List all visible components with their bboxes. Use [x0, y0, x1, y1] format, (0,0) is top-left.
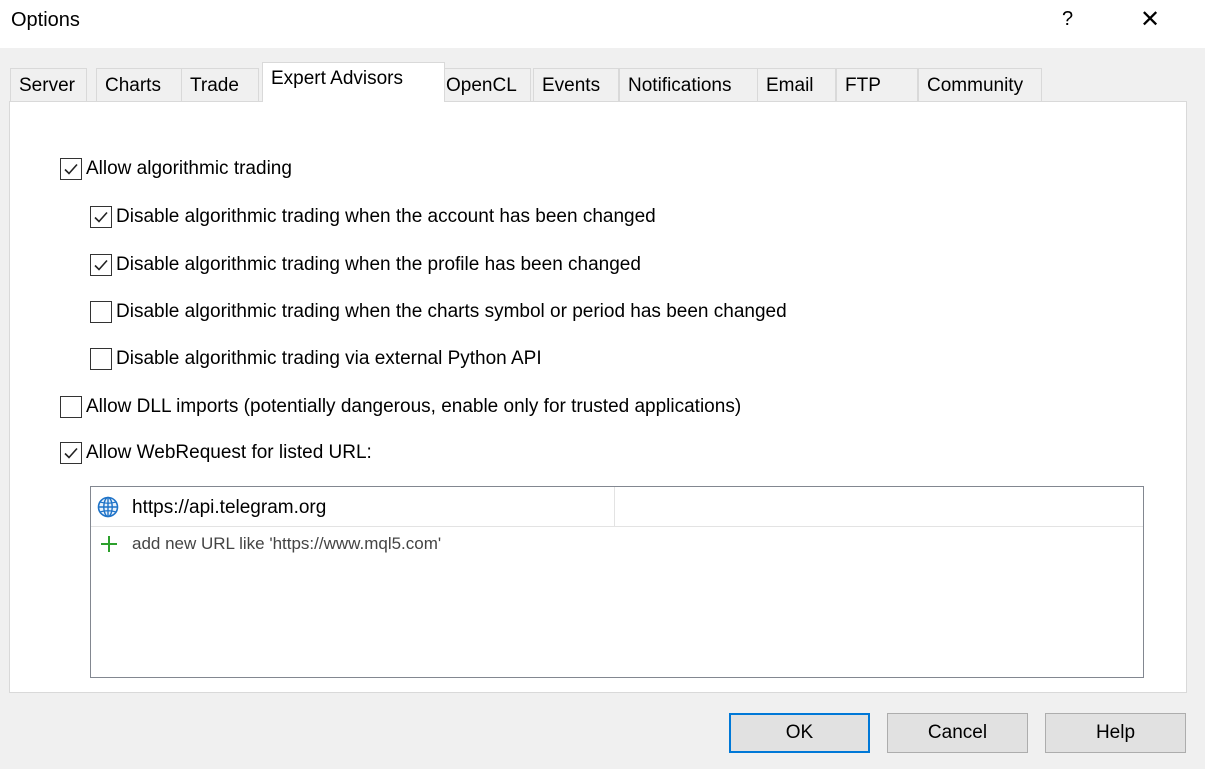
cancel-button[interactable]: Cancel [887, 713, 1028, 753]
disable-on-profile-change-option[interactable]: Disable algorithmic trading when the pro… [90, 254, 641, 276]
plus-icon [100, 535, 118, 559]
tab-ftp[interactable]: FTP [836, 68, 918, 101]
add-url-placeholder: add new URL like 'https://www.mql5.com' [132, 534, 442, 553]
close-icon[interactable]: ✕ [1140, 5, 1160, 34]
add-url-row[interactable]: add new URL like 'https://www.mql5.com' [91, 527, 1143, 559]
tab-email[interactable]: Email [757, 68, 836, 101]
disable-via-python-checkbox[interactable] [90, 348, 112, 370]
tab-charts[interactable]: Charts [96, 68, 182, 101]
help-button[interactable]: Help [1045, 713, 1186, 753]
allow-dll-imports-label: Allow DLL imports (potentially dangerous… [86, 396, 742, 417]
help-question-icon[interactable]: ? [1062, 8, 1073, 31]
checkmark-icon [94, 259, 108, 271]
disable-on-symbol-change-option[interactable]: Disable algorithmic trading when the cha… [90, 301, 787, 323]
url-list-item[interactable]: https://api.telegram.org [91, 487, 1143, 527]
disable-on-account-change-checkbox[interactable] [90, 206, 112, 228]
ok-button[interactable]: OK [729, 713, 870, 753]
allow-algo-trading-option[interactable]: Allow algorithmic trading [60, 158, 292, 180]
allow-algo-trading-label: Allow algorithmic trading [86, 158, 292, 179]
allow-dll-imports-option[interactable]: Allow DLL imports (potentially dangerous… [60, 396, 741, 418]
disable-on-symbol-change-checkbox[interactable] [90, 301, 112, 323]
tab-opencl[interactable]: OpenCL [437, 68, 531, 101]
disable-via-python-option[interactable]: Disable algorithmic trading via external… [90, 348, 542, 370]
checkmark-icon [64, 447, 78, 459]
allow-algo-trading-checkbox[interactable] [60, 158, 82, 180]
allow-webrequest-checkbox[interactable] [60, 442, 82, 464]
tab-expert-advisors[interactable]: Expert Advisors [262, 62, 445, 102]
allow-webrequest-option[interactable]: Allow WebRequest for listed URL: [60, 442, 372, 464]
disable-on-account-change-option[interactable]: Disable algorithmic trading when the acc… [90, 206, 656, 228]
tab-events[interactable]: Events [533, 68, 619, 101]
disable-via-python-label: Disable algorithmic trading via external… [116, 348, 542, 369]
disable-on-profile-change-label: Disable algorithmic trading when the pro… [116, 254, 641, 275]
disable-on-symbol-change-label: Disable algorithmic trading when the cha… [116, 301, 787, 322]
webrequest-url-list[interactable]: https://api.telegram.org add new URL lik… [90, 486, 1144, 678]
disable-on-profile-change-checkbox[interactable] [90, 254, 112, 276]
allow-webrequest-label: Allow WebRequest for listed URL: [86, 442, 372, 463]
allow-dll-imports-checkbox[interactable] [60, 396, 82, 418]
disable-on-account-change-label: Disable algorithmic trading when the acc… [116, 206, 656, 227]
tab-server[interactable]: Server [10, 68, 87, 101]
tab-trade[interactable]: Trade [181, 68, 259, 101]
title-bar: Options ? ✕ [0, 0, 1205, 48]
url-text: https://api.telegram.org [132, 497, 327, 518]
column-separator [614, 487, 615, 527]
window-title: Options [11, 9, 80, 31]
tab-community[interactable]: Community [918, 68, 1042, 101]
checkmark-icon [64, 163, 78, 175]
expert-advisors-panel: Allow algorithmic trading Disable algori… [9, 101, 1187, 693]
globe-icon [97, 496, 119, 524]
checkmark-icon [94, 211, 108, 223]
tab-notifications[interactable]: Notifications [619, 68, 758, 101]
